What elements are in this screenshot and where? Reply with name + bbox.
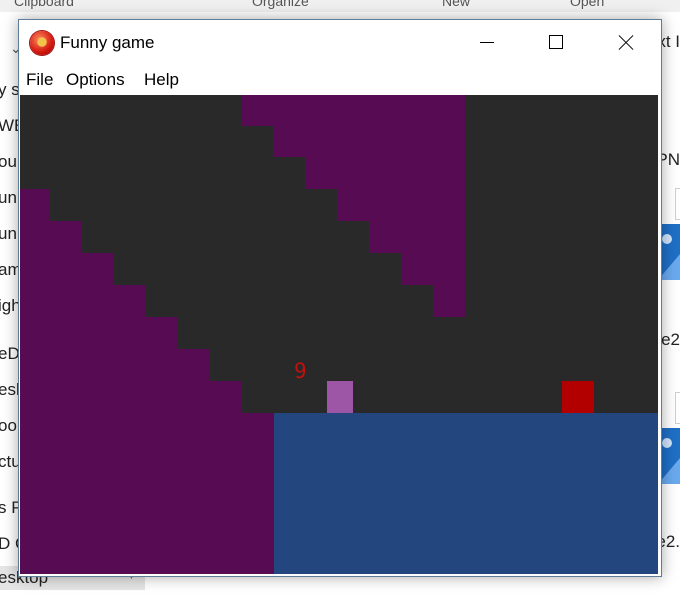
window-title: Funny game <box>60 33 155 52</box>
close-button[interactable] <box>591 20 661 65</box>
game-window: Funny game File Options Help 9 <box>18 19 662 577</box>
ribbon-label-organize: Organize <box>252 0 309 9</box>
app-icon[interactable] <box>30 31 54 55</box>
maximize-button[interactable] <box>521 20 591 65</box>
nav-item[interactable]: ou <box>0 152 17 172</box>
game-canvas[interactable]: 9 <box>20 95 658 574</box>
step-counter: 9 <box>294 359 307 383</box>
file-tile[interactable] <box>675 392 680 424</box>
menu-options[interactable]: Options <box>66 70 125 90</box>
nav-item[interactable]: oo <box>0 416 17 436</box>
nav-item[interactable]: eD <box>0 344 20 364</box>
ribbon-label-new: New <box>442 0 471 9</box>
minimize-button[interactable] <box>451 20 521 65</box>
wall-upper <box>242 95 465 317</box>
wall-lower <box>20 189 274 574</box>
title-bar[interactable]: Funny game <box>19 20 661 65</box>
game-board <box>20 95 658 574</box>
menu-bar: File Options Help <box>19 65 661 95</box>
menu-file[interactable]: File <box>26 70 53 90</box>
player-block <box>327 381 353 413</box>
menu-help[interactable]: Help <box>144 70 179 90</box>
nav-item[interactable]: y s <box>0 80 20 100</box>
water-pool <box>274 413 658 574</box>
nav-item[interactable]: esl <box>0 380 20 400</box>
ribbon-label-open: Open <box>570 0 605 9</box>
ribbon-label-clipboard: Clipboard <box>14 0 74 9</box>
file-tile[interactable] <box>675 188 680 220</box>
goal-block <box>562 381 594 413</box>
